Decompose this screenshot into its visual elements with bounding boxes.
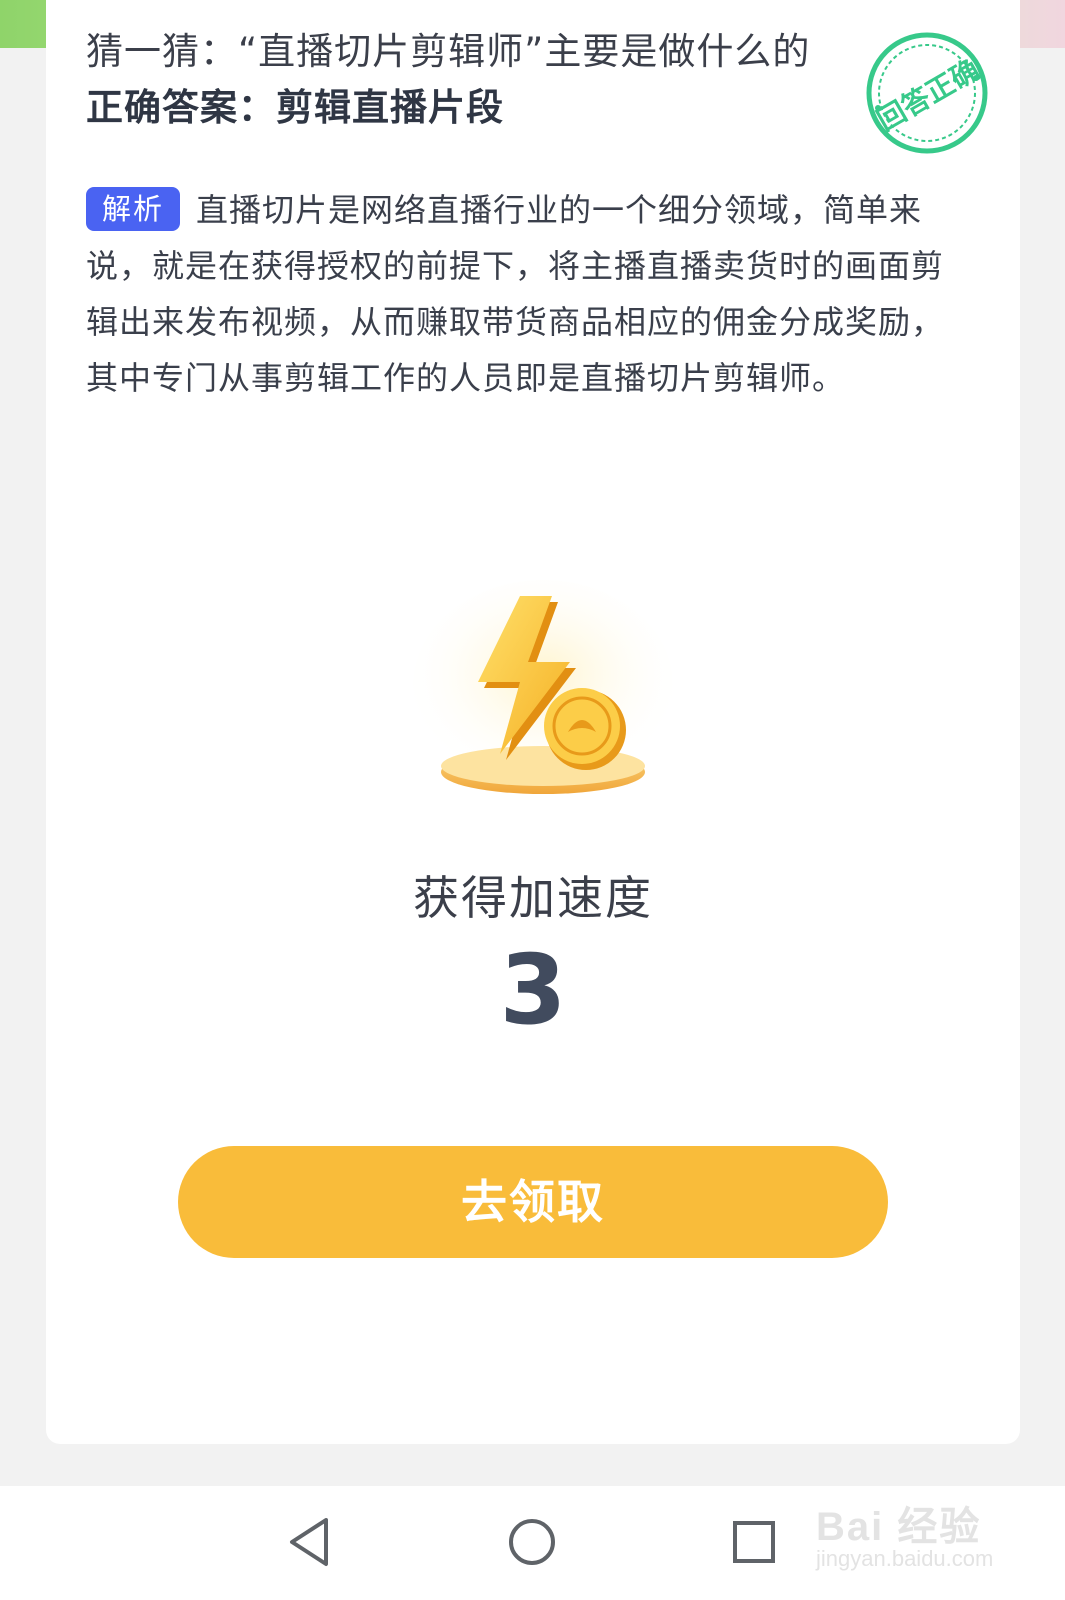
reward-title: 获得加速度 [413, 871, 653, 925]
baidu-jingyan-watermark: Bai 经验 jingyan.baidu.com [816, 1480, 1016, 1590]
watermark-url: jingyan.baidu.com [816, 1546, 994, 1571]
correct-stamp: 回答正确 [864, 30, 990, 156]
watermark-brand: Bai 经验 [816, 1505, 982, 1549]
system-nav-bar: Bai 经验 jingyan.baidu.com [0, 1486, 1065, 1600]
home-circle-icon[interactable] [502, 1512, 562, 1572]
recents-square-icon[interactable] [724, 1512, 784, 1572]
question-text: 猜一猜：“直播切片剪辑师”主要是做什么的 [86, 30, 811, 73]
result-card: 猜一猜：“直播切片剪辑师”主要是做什么的 正确答案：剪辑直播片段 回答正确 解析… [46, 0, 1020, 1444]
analysis-tag: 解析 [86, 187, 181, 231]
stamp-text: 回答正确 [871, 53, 985, 138]
lightning-coin-icon [408, 580, 678, 810]
analysis-paragraph: 解析 直播切片是网络直播行业的一个细分领域，简单来说，就是在获得授权的前提下，将主… [86, 182, 976, 406]
reward-count: 3 [499, 934, 567, 1046]
claim-button[interactable]: 去领取 [178, 1146, 888, 1258]
correct-answer: 正确答案：剪辑直播片段 [86, 86, 504, 129]
back-triangle-icon[interactable] [280, 1512, 340, 1572]
analysis-text: 直播切片是网络直播行业的一个细分领域，简单来说，就是在获得授权的前提下，将主播直… [86, 191, 945, 397]
